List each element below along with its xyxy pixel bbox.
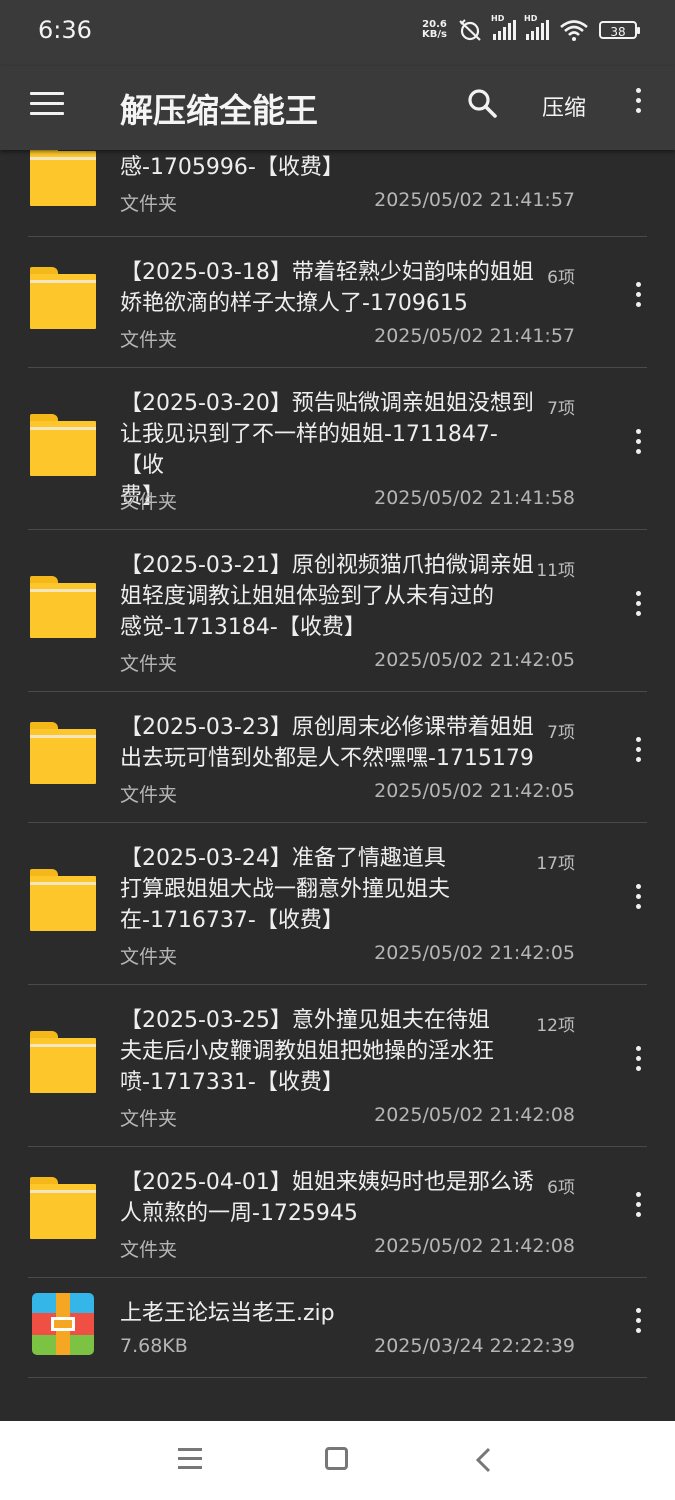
alarm-off-icon — [459, 19, 481, 41]
folder-row[interactable]: 【2025-03-25】意外撞见姐夫在待姐 夫走后小皮鞭调教姐姐把她操的淫水狂 喷-… — [28, 985, 647, 1147]
file-type: 文件夹 — [120, 193, 178, 215]
folder-icon — [30, 1031, 96, 1093]
file-name-line: 在-1716737-【收费】 — [120, 908, 344, 933]
more-vert-icon[interactable] — [628, 1308, 648, 1333]
file-name: 【2025-03-23】原创周末必修课带着姐姐 出去玩可惜到处都是人不然嘿嘿-17… — [120, 712, 540, 774]
item-count: 6项 — [547, 268, 575, 288]
file-name-line: 让我见识到了不一样的姐姐-1711847-【收 — [120, 422, 498, 478]
signal-icon-2: HD — [524, 14, 549, 40]
more-vert-icon[interactable] — [628, 591, 648, 616]
modified-date: 2025/05/02 21:42:08 — [374, 1104, 575, 1126]
file-name: 【2025-03-21】原创视频猫爪拍微调亲姐 姐轻度调教让姐姐体验到了从未有过的… — [120, 550, 540, 643]
system-nav-bar — [0, 1421, 675, 1500]
modified-date: 2025/05/02 21:42:05 — [374, 942, 575, 964]
file-list: 感-1705996-【收费】 文件夹 2025/05/02 21:41:57 【202… — [0, 150, 675, 1421]
file-type: 文件夹 — [120, 1239, 178, 1261]
modified-date: 2025/05/02 21:42:08 — [374, 1235, 575, 1257]
folder-row[interactable]: 【2025-03-18】带着轻熟少妇韵味的姐姐 娇艳欲滴的样子太撩人了-17096… — [28, 237, 647, 368]
modified-date: 2025/05/02 21:41:57 — [374, 189, 575, 211]
item-count: 7项 — [547, 399, 575, 419]
modified-date: 2025/05/02 21:41:58 — [374, 487, 575, 509]
menu-icon[interactable] — [30, 92, 64, 118]
file-type: 文件夹 — [120, 653, 178, 675]
item-count: 12项 — [536, 1016, 575, 1036]
file-name-line: 感-1705996-【收费】 — [120, 155, 344, 180]
file-name-line: 出去玩可惜到处都是人不然嘿嘿-1715179 — [120, 746, 534, 771]
item-count: 17项 — [536, 854, 575, 874]
recent-apps-button[interactable] — [178, 1448, 202, 1470]
status-indicators: 20.6 KB/s HD HD 38 — [422, 14, 640, 42]
folder-icon — [30, 150, 96, 206]
modified-date: 2025/03/24 22:22:39 — [374, 1335, 575, 1357]
status-time: 6:36 — [38, 16, 92, 44]
folder-icon — [30, 869, 96, 931]
folder-icon — [30, 722, 96, 784]
folder-icon — [30, 267, 96, 329]
file-type: 文件夹 — [120, 329, 178, 351]
zip-archive-icon — [32, 1293, 94, 1355]
net-speed: 20.6 KB/s — [422, 19, 447, 40]
more-vert-icon[interactable] — [628, 88, 648, 128]
signal-icon-1: HD — [491, 14, 516, 40]
more-vert-icon[interactable] — [628, 884, 648, 909]
file-name-line: 【2025-03-24】准备了情趣道具 — [120, 846, 446, 871]
file-name-line: 【2025-03-25】意外撞见姐夫在待姐 — [120, 1008, 490, 1033]
folder-icon — [30, 1177, 96, 1239]
folder-row[interactable]: 感-1705996-【收费】 文件夹 2025/05/02 21:41:57 — [28, 150, 647, 237]
more-vert-icon[interactable] — [628, 737, 648, 762]
file-name-line: 夫走后小皮鞭调教姐姐把她操的淫水狂 — [120, 1039, 495, 1064]
file-name-line: 上老王论坛当老王.zip — [120, 1301, 335, 1326]
file-name-line: 姐轻度调教让姐姐体验到了从未有过的 — [120, 584, 495, 609]
file-size: 7.68KB — [120, 1335, 188, 1357]
file-name-line: 【2025-03-18】带着轻熟少妇韵味的姐姐 — [120, 260, 534, 285]
file-type: 文件夹 — [120, 491, 178, 513]
file-name-line: 感觉-1713184-【收费】 — [120, 615, 366, 640]
file-name-line: 打算跟姐姐大战一翻意外撞见姐夫 — [120, 877, 451, 902]
folder-row[interactable]: 【2025-03-24】准备了情趣道具 打算跟姐姐大战一翻意外撞见姐夫 在-1716… — [28, 823, 647, 985]
item-count: 7项 — [547, 723, 575, 743]
folder-row[interactable]: 【2025-03-20】预告贴微调亲姐姐没想到让我见识到了不一样的姐姐-1711… — [28, 368, 647, 530]
file-name-line: 人煎熬的一周-1725945 — [120, 1201, 358, 1226]
more-vert-icon[interactable] — [628, 429, 648, 454]
page-title: 解压缩全能王 — [120, 91, 318, 130]
file-type: 文件夹 — [120, 946, 178, 968]
item-count: 6项 — [547, 1178, 575, 1198]
file-name: 【2025-04-01】姐姐来姨妈时也是那么诱 人煎熬的一周-1725945 — [120, 1167, 540, 1229]
app-bar: 解压缩全能王 压缩 — [0, 66, 675, 150]
more-vert-icon[interactable] — [628, 282, 648, 307]
file-name: 感-1705996-【收费】 — [120, 152, 540, 183]
folder-row[interactable]: 【2025-03-21】原创视频猫爪拍微调亲姐 姐轻度调教让姐姐体验到了从未有过的… — [28, 530, 647, 692]
item-count: 11项 — [536, 561, 575, 581]
battery-indicator: 38 — [599, 21, 640, 39]
folder-row[interactable]: 【2025-04-01】姐姐来姨妈时也是那么诱 人煎熬的一周-1725945 6项文… — [28, 1147, 647, 1278]
folder-row[interactable]: 【2025-03-23】原创周末必修课带着姐姐 出去玩可惜到处都是人不然嘿嘿-17… — [28, 692, 647, 823]
wifi-icon — [560, 20, 588, 41]
file-name-line: 娇艳欲滴的样子太撩人了-1709615 — [120, 291, 468, 316]
folder-icon — [30, 576, 96, 638]
file-name-line: 【2025-03-20】预告贴微调亲姐姐没想到 — [120, 391, 534, 416]
more-vert-icon[interactable] — [628, 1192, 648, 1217]
status-bar: 6:36 20.6 KB/s HD HD 38 — [0, 0, 675, 66]
back-button[interactable] — [474, 1447, 494, 1473]
modified-date: 2025/05/02 21:41:57 — [374, 325, 575, 347]
file-name: 上老王论坛当老王.zip — [120, 1298, 540, 1329]
file-name: 【2025-03-18】带着轻熟少妇韵味的姐姐 娇艳欲滴的样子太撩人了-17096… — [120, 257, 540, 319]
home-button[interactable] — [325, 1447, 348, 1470]
file-name-line: 【2025-03-21】原创视频猫爪拍微调亲姐 — [120, 553, 534, 578]
file-name: 【2025-03-24】准备了情趣道具 打算跟姐姐大战一翻意外撞见姐夫 在-1716… — [120, 843, 540, 936]
modified-date: 2025/05/02 21:42:05 — [374, 780, 575, 802]
file-name-line: 喷-1717331-【收费】 — [120, 1070, 344, 1095]
file-name: 【2025-03-25】意外撞见姐夫在待姐 夫走后小皮鞭调教姐姐把她操的淫水狂 喷-… — [120, 1005, 540, 1098]
folder-icon — [30, 414, 96, 476]
more-vert-icon[interactable] — [628, 1046, 648, 1071]
compress-button[interactable]: 压缩 — [542, 90, 586, 122]
file-type: 文件夹 — [120, 784, 178, 806]
search-icon[interactable] — [466, 87, 498, 119]
file-name-line: 【2025-04-01】姐姐来姨妈时也是那么诱 — [120, 1170, 534, 1195]
modified-date: 2025/05/02 21:42:05 — [374, 649, 575, 671]
zip-file-row[interactable]: 上老王论坛当老王.zip 7.68KB 2025/03/24 22:22:39 — [28, 1278, 647, 1378]
file-type: 文件夹 — [120, 1108, 178, 1130]
file-name-line: 【2025-03-23】原创周末必修课带着姐姐 — [120, 715, 534, 740]
